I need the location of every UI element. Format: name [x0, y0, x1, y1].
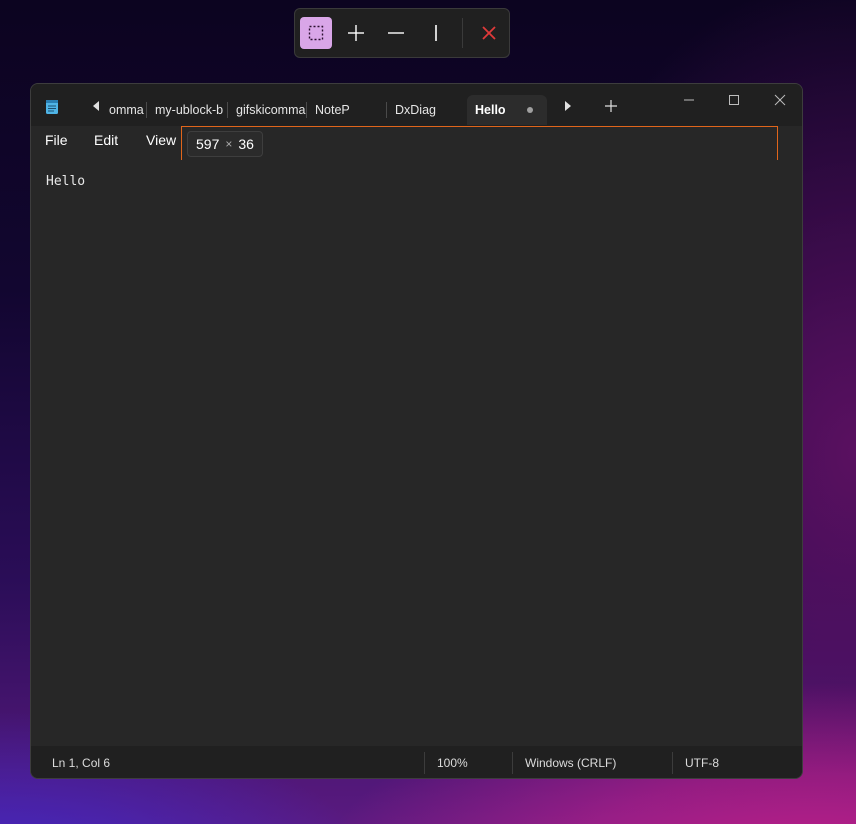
rectangle-select-button[interactable] [300, 17, 332, 49]
minimize-icon [684, 99, 694, 101]
vertical-line-icon [435, 25, 437, 41]
plus-icon [605, 100, 617, 112]
close-window-button[interactable] [766, 90, 794, 110]
horizontal-line-icon [388, 32, 404, 34]
scroll-tabs-right-button[interactable] [560, 98, 576, 114]
tab-gifskicomma[interactable]: gifskicomma [228, 95, 307, 125]
scroll-tabs-left-button[interactable] [88, 98, 104, 114]
status-bar: Ln 1, Col 6 100% Windows (CRLF) UTF-8 [31, 746, 802, 778]
tab-notep[interactable]: NoteP [307, 95, 387, 125]
toolbar-divider [462, 18, 463, 48]
selection-width: 597 [196, 136, 220, 152]
caret-left-icon [93, 101, 99, 111]
unsaved-dot-icon [527, 107, 533, 113]
menu-file[interactable]: File [45, 132, 68, 148]
selection-rectangle: 597 × 36 [181, 126, 778, 162]
close-snip-button[interactable] [469, 17, 509, 49]
selection-height: 36 [238, 136, 254, 152]
crosshair-icon [348, 25, 364, 41]
tab-label: my-ublock-b [155, 103, 224, 117]
notepad-app-icon [46, 100, 58, 114]
tab-label: NoteP [315, 103, 350, 117]
tab-label: gifskicomma [236, 103, 306, 117]
tab-dxdiag[interactable]: DxDiag [387, 95, 467, 125]
close-icon [774, 94, 786, 106]
cursor-position: Ln 1, Col 6 [52, 756, 111, 770]
times-symbol: × [225, 137, 233, 151]
notepad-window: omma my-ublock-b gifskicomma NoteP DxDia… [30, 83, 803, 779]
horizontal-line-button[interactable] [376, 17, 416, 49]
new-tab-button[interactable] [603, 98, 619, 114]
crosshair-button[interactable] [336, 17, 376, 49]
zoom-level[interactable]: 100% [437, 756, 468, 770]
tab-label: DxDiag [395, 103, 436, 117]
status-divider [672, 752, 673, 774]
status-divider [424, 752, 425, 774]
tab-label: omma [109, 103, 144, 117]
minimize-button[interactable] [675, 90, 703, 110]
maximize-button[interactable] [720, 90, 748, 110]
vertical-line-button[interactable] [416, 17, 456, 49]
encoding[interactable]: UTF-8 [685, 756, 719, 770]
caret-right-icon [565, 101, 571, 111]
selection-size-badge: 597 × 36 [187, 131, 263, 157]
close-icon [482, 26, 496, 40]
title-bar: omma my-ublock-b gifskicomma NoteP DxDia… [31, 84, 802, 126]
tab-my-ublock[interactable]: my-ublock-b [147, 95, 228, 125]
snipping-toolbar [294, 8, 510, 58]
editor-content: Hello [46, 174, 86, 189]
tab-label: Hello [475, 103, 506, 117]
maximize-icon [729, 95, 739, 105]
status-divider [512, 752, 513, 774]
rectangle-select-icon [308, 25, 324, 41]
tab-hello[interactable]: Hello [467, 95, 547, 125]
menu-view[interactable]: View [146, 132, 176, 148]
tab-omma[interactable]: omma [107, 95, 147, 125]
menu-edit[interactable]: Edit [94, 132, 118, 148]
text-editor[interactable]: Hello [31, 160, 802, 746]
line-ending[interactable]: Windows (CRLF) [525, 756, 616, 770]
